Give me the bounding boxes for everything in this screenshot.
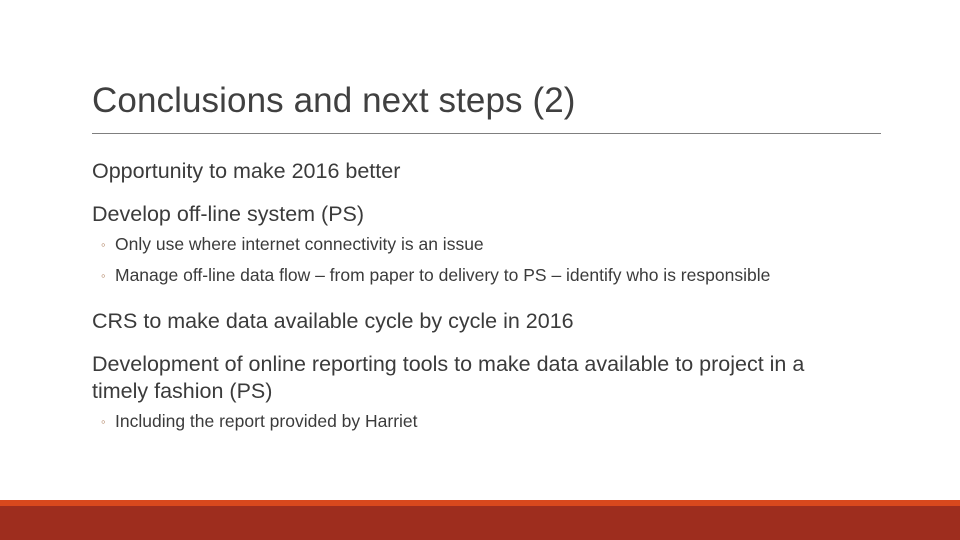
- bullet-level2-harriet-report: ◦ Including the report provided by Harrie…: [92, 409, 855, 435]
- slide-body: Opportunity to make 2016 better Develop …: [92, 158, 892, 435]
- slide: Conclusions and next steps (2) Opportuni…: [0, 0, 960, 540]
- bullet-level2-harriet-report-text: Including the report provided by Harriet: [115, 411, 418, 431]
- bullet-level1-offline-system: Develop off-line system (PS): [92, 202, 365, 226]
- page-title: Conclusions and next steps (2): [92, 81, 576, 120]
- bullet-level1-online-reporting: Development of online reporting tools to…: [92, 352, 805, 403]
- sub-bullet-group-offline: ◦ Only use where internet connectivity is…: [92, 232, 892, 288]
- bullet-level2-internet-connectivity: ◦ Only use where internet connectivity is…: [92, 232, 855, 258]
- bullet-level2-data-flow-text: Manage off-line data flow – from paper t…: [115, 264, 771, 285]
- title-underline-rule: [92, 133, 881, 134]
- bullet-level2-data-flow: ◦ Manage off-line data flow – from paper …: [92, 263, 855, 289]
- sub-bullet-group-reporting: ◦ Including the report provided by Harrie…: [92, 409, 892, 435]
- bullet-level1-crs-cycle: CRS to make data available cycle by cycl…: [92, 309, 574, 333]
- hollow-circle-bullet-icon: ◦: [101, 414, 106, 429]
- hollow-circle-bullet-icon: ◦: [101, 237, 106, 252]
- hollow-circle-bullet-icon: ◦: [101, 267, 106, 283]
- title-block: Conclusions and next steps (2): [92, 80, 882, 122]
- bullet-level1-opportunity: Opportunity to make 2016 better: [92, 159, 401, 183]
- bullet-level2-internet-connectivity-text: Only use where internet connectivity is …: [115, 234, 484, 254]
- footer-band: [0, 506, 960, 540]
